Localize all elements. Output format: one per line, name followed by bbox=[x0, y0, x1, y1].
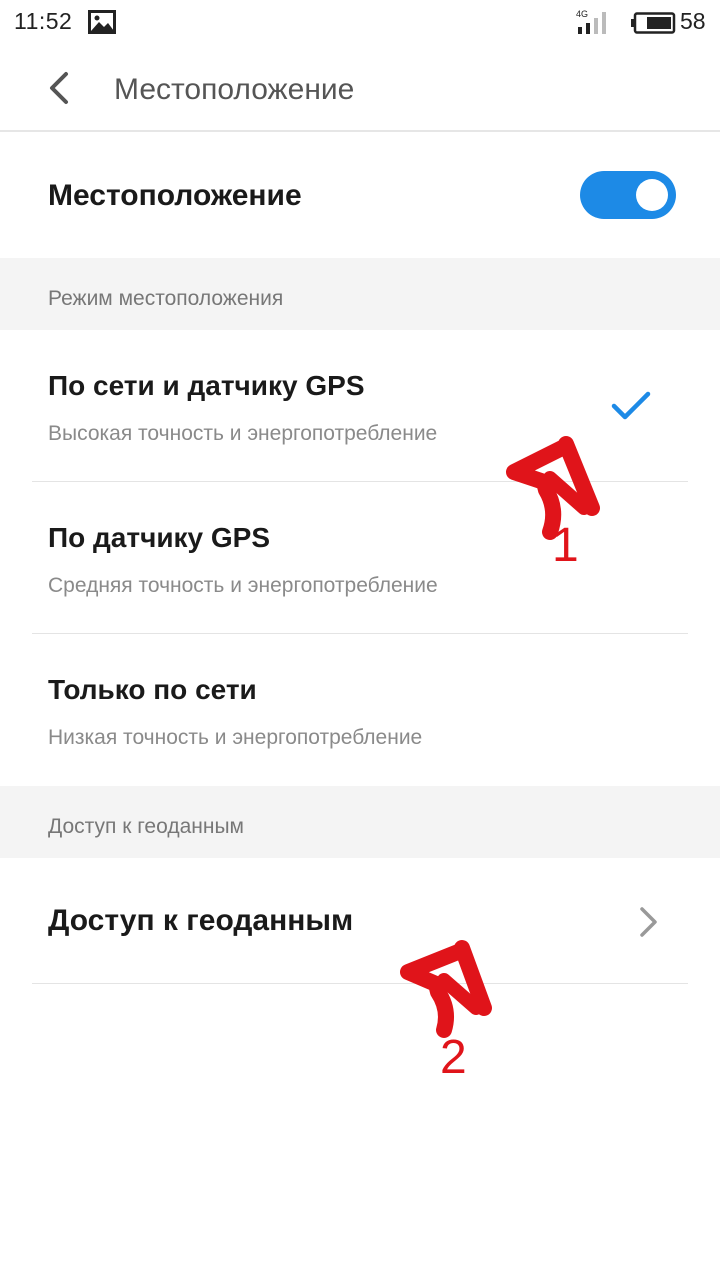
checkmark-icon bbox=[611, 391, 651, 420]
section-header-access: Доступ к геоданным bbox=[0, 786, 720, 858]
chevron-left-icon bbox=[50, 72, 68, 104]
image-notification-icon bbox=[88, 10, 116, 34]
mode-subtitle: Низкая точность и энергопотребление bbox=[48, 726, 423, 749]
mode-option-network[interactable]: Только по сети Низкая точность и энергоп… bbox=[0, 634, 720, 786]
section-title-mode: Режим местоположения bbox=[48, 287, 284, 310]
geodata-access-row[interactable]: Доступ к геоданным bbox=[0, 858, 720, 984]
section-header-mode: Режим местоположения bbox=[0, 258, 720, 330]
section-title-access: Доступ к геоданным bbox=[48, 815, 244, 838]
toggle-knob bbox=[636, 179, 668, 211]
app-header: Местоположение bbox=[0, 46, 720, 132]
location-toggle-row: Местоположение bbox=[0, 132, 720, 258]
annotation-number: 2 bbox=[440, 1031, 467, 1084]
back-button[interactable] bbox=[36, 64, 84, 112]
mode-subtitle: Высокая точность и энергопотребление bbox=[48, 422, 438, 445]
battery-level: 58 bbox=[680, 8, 706, 34]
location-toggle-switch[interactable] bbox=[580, 171, 676, 219]
mode-title: По датчику GPS bbox=[48, 522, 271, 553]
battery-icon bbox=[631, 12, 676, 34]
status-time: 11:52 bbox=[14, 8, 73, 34]
chevron-right-icon bbox=[640, 907, 657, 937]
mode-title: Только по сети bbox=[48, 674, 257, 705]
location-toggle-label: Местоположение bbox=[48, 179, 302, 212]
network-type-label: 4G bbox=[576, 9, 588, 19]
annotation-number: 1 bbox=[552, 519, 579, 572]
mode-title: По сети и датчику GPS bbox=[48, 370, 365, 401]
status-bar: 11:52 4G 58 bbox=[0, 0, 720, 46]
signal-icon: 4G bbox=[576, 9, 606, 34]
geodata-access-label: Доступ к геоданным bbox=[48, 904, 354, 937]
mode-subtitle: Средняя точность и энергопотребление bbox=[48, 574, 438, 597]
page-title: Местоположение bbox=[114, 73, 355, 106]
divider bbox=[32, 983, 688, 984]
